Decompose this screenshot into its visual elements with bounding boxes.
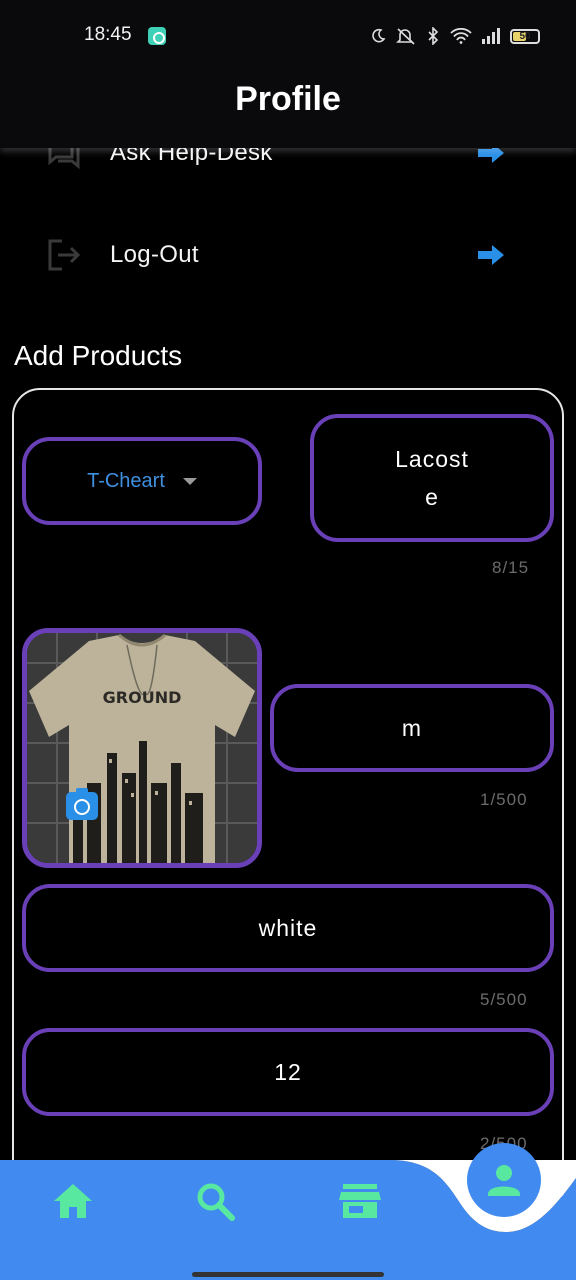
shirt-graphic-text: GROUND <box>103 688 182 707</box>
home-indicator <box>192 1272 384 1277</box>
profile-nav-button[interactable] <box>467 1143 541 1217</box>
wifi-icon <box>450 28 472 44</box>
category-dropdown[interactable]: T-Cheart <box>22 437 262 525</box>
brand-field[interactable]: Lacost e <box>310 414 554 542</box>
size-field[interactable]: m <box>270 684 554 772</box>
color-field[interactable]: white <box>22 884 554 972</box>
mute-icon <box>396 28 415 45</box>
size-counter: 1/500 <box>480 790 528 809</box>
person-icon <box>488 1165 520 1196</box>
brand-value-line1: Lacost <box>395 446 469 472</box>
product-image: GROUND <box>27 633 257 863</box>
store-icon[interactable] <box>337 1178 383 1224</box>
top-bar: 18:45 50 Profile <box>0 0 576 148</box>
battery-level: 50 <box>519 30 531 42</box>
notification-icon <box>148 27 166 45</box>
menu-item-label: Log-Out <box>110 241 199 268</box>
bluetooth-icon <box>428 27 439 45</box>
brand-value-line2: e <box>425 484 439 510</box>
arrow-right-icon <box>478 245 504 265</box>
battery-icon: 50 <box>510 28 540 44</box>
moon-icon <box>372 28 386 43</box>
signal-icon <box>482 28 500 44</box>
home-icon[interactable] <box>50 1178 96 1224</box>
camera-icon[interactable] <box>66 788 98 820</box>
chevron-down-icon <box>182 477 197 485</box>
search-icon[interactable] <box>192 1178 238 1224</box>
color-counter: 5/500 <box>480 990 528 1009</box>
logout-icon <box>48 239 81 271</box>
status-bar: 18:45 50 <box>0 0 576 72</box>
price-value: 12 <box>274 1058 302 1085</box>
category-selected: T-Cheart <box>87 469 165 492</box>
price-field[interactable]: 12 <box>22 1028 554 1116</box>
status-time: 18:45 <box>84 24 132 45</box>
menu-item-logout[interactable]: Log-Out <box>46 230 506 280</box>
color-value: white <box>258 914 318 941</box>
system-icons: 50 <box>370 24 540 48</box>
section-title-add-products: Add Products <box>14 340 183 371</box>
brand-counter: 8/15 <box>492 558 530 577</box>
page-title: Profile <box>235 80 341 118</box>
size-value: m <box>401 714 423 741</box>
product-image-picker[interactable]: GROUND <box>22 628 262 868</box>
